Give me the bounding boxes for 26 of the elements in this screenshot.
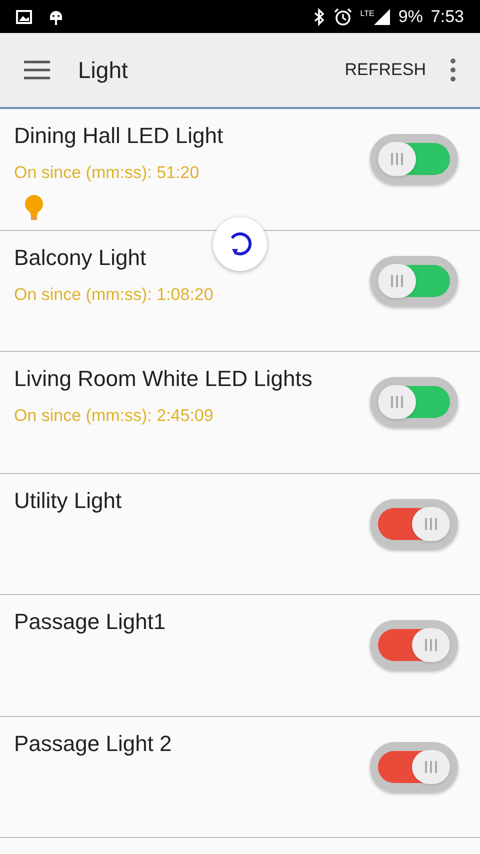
image-icon xyxy=(16,10,32,24)
light-name: Passage Light1 xyxy=(14,608,166,636)
toggle-switch[interactable] xyxy=(370,256,458,306)
on-duration: On since (mm:ss): 51:20 xyxy=(14,162,200,184)
menu-icon[interactable] xyxy=(24,60,50,80)
clock: 7:53 xyxy=(430,6,464,28)
toggle-switch[interactable] xyxy=(370,498,458,548)
toggle-switch[interactable] xyxy=(370,742,458,792)
signal-icon xyxy=(374,8,390,24)
light-name: Living Room White LED Lights xyxy=(14,365,312,393)
on-duration: On since (mm:ss): 1:08:20 xyxy=(14,284,214,306)
toggle-switch[interactable] xyxy=(370,134,458,184)
light-name: Passage Light 2 xyxy=(14,730,172,758)
more-options-icon[interactable] xyxy=(450,58,456,82)
refresh-button[interactable]: REFRESH xyxy=(336,49,434,91)
light-name: Utility Light xyxy=(14,486,122,515)
toggle-switch[interactable] xyxy=(370,620,458,670)
network-type: LTE xyxy=(360,8,374,20)
light-name: Dining Hall LED Light xyxy=(14,122,224,150)
toggle-switch[interactable] xyxy=(370,377,458,427)
alarm-clock-icon xyxy=(334,8,352,26)
on-duration: On since (mm:ss): 2:45:09 xyxy=(14,405,214,427)
bluetooth-icon xyxy=(312,8,326,26)
page-title: Light xyxy=(78,56,128,85)
battery-level: 9% xyxy=(398,6,423,28)
light-name: Balcony Light xyxy=(14,244,146,272)
